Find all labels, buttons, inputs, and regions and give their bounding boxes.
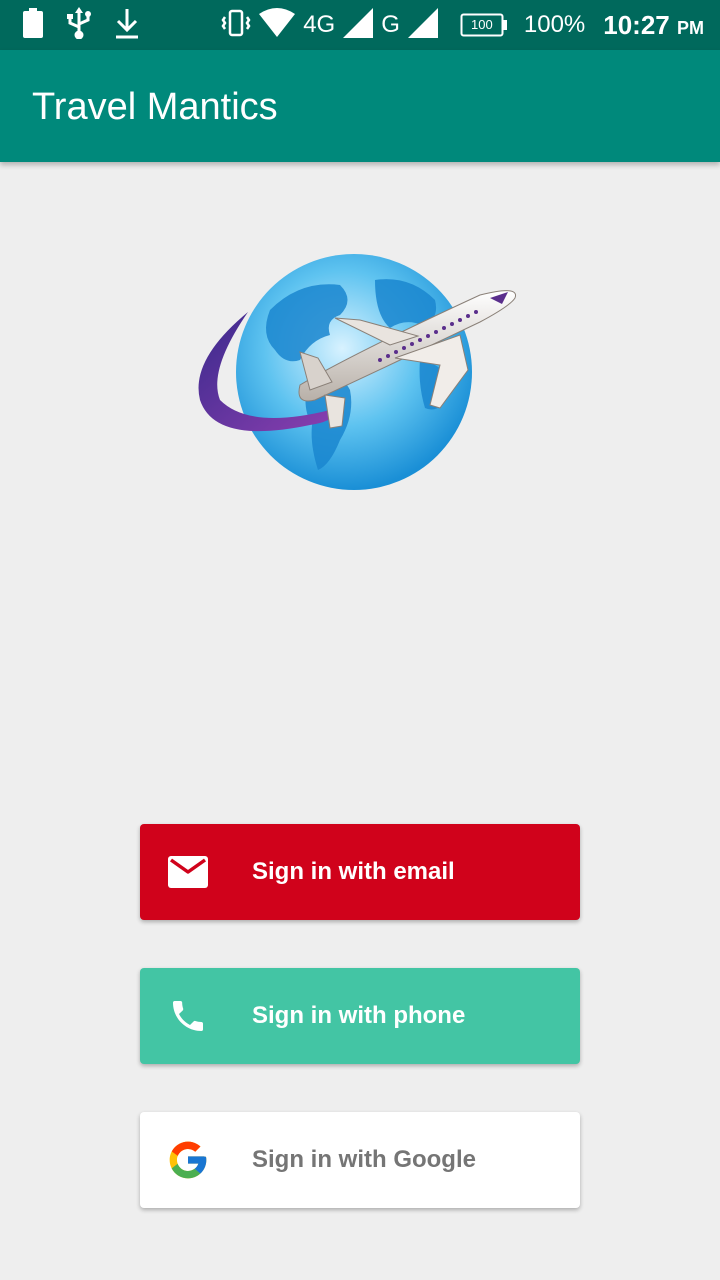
- battery-percent: 100%: [523, 11, 586, 38]
- sign-in-google-label: Sign in with Google: [252, 1146, 476, 1173]
- status-bar: 4G G 100 100% 10:27 PM: [0, 0, 720, 50]
- network-g-label: G: [381, 11, 400, 38]
- status-bar-left: [22, 6, 140, 44]
- sign-in-phone-button[interactable]: Sign in with phone: [140, 968, 580, 1064]
- globe-airplane-logo: [190, 240, 530, 500]
- clock-suffix: PM: [677, 17, 704, 38]
- wifi-icon: [259, 7, 296, 43]
- app-bar: Travel Mantics: [0, 50, 720, 162]
- clock-time: 10:27: [603, 9, 670, 40]
- download-icon: [114, 7, 140, 44]
- sign-in-email-label: Sign in with email: [252, 858, 455, 885]
- battery-icon: [22, 7, 44, 43]
- network-4g-label: 4G: [303, 11, 336, 38]
- mail-icon: [166, 850, 210, 894]
- signal-icon: [407, 7, 438, 43]
- sign-in-email-button[interactable]: Sign in with email: [140, 824, 580, 920]
- vibrate-icon: [221, 8, 251, 43]
- app-title: Travel Mantics: [32, 86, 278, 128]
- status-bar-right: 4G G 100 100% 10:27 PM: [221, 7, 704, 43]
- battery-level-text: 100: [471, 17, 493, 32]
- battery-level-icon: 100: [460, 13, 508, 37]
- sign-in-phone-label: Sign in with phone: [252, 1002, 466, 1029]
- signal-icon: [343, 7, 374, 43]
- phone-icon: [166, 994, 210, 1038]
- google-icon: [166, 1138, 210, 1182]
- usb-icon: [66, 6, 92, 44]
- sign-in-google-button[interactable]: Sign in with Google: [140, 1112, 580, 1208]
- clock: 10:27 PM: [603, 10, 704, 41]
